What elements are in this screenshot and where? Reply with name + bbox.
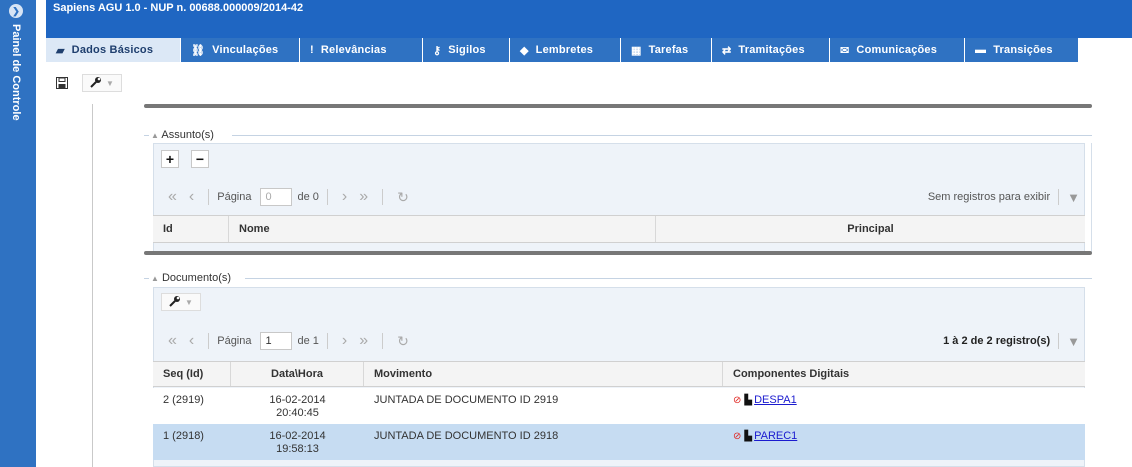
first-page-icon[interactable]: « [168,188,177,206]
prev-page-icon[interactable]: ‹ [189,188,194,206]
assuntos-table-header: Id Nome Principal [153,215,1085,243]
chevron-down-icon: ▼ [185,297,193,307]
content-divider [92,104,93,467]
refresh-icon[interactable]: ↻ [397,333,409,350]
exclamation-icon: ! [310,44,314,56]
envelope-icon: ✉ [840,44,850,57]
tab-sigilos[interactable]: ⚷ Sigilos [423,38,509,62]
key-icon: ⚷ [433,44,442,57]
table-row[interactable]: 2 (2919) 16-02-2014 20:40:45 JUNTADA DE … [153,388,1085,424]
wrench-icon [90,76,102,91]
col-id[interactable]: Id [153,216,229,242]
col-seq[interactable]: Seq (Id) [153,362,231,386]
assuntos-legend[interactable]: ▲ Assunto(s) [151,129,214,141]
tools-menu-button[interactable]: ▼ [82,74,122,92]
section-separator [144,104,1092,108]
documentos-legend[interactable]: ▲ Documento(s) [151,272,231,284]
next-page-icon[interactable]: › [342,188,347,206]
col-principal[interactable]: Principal [656,216,1085,242]
page-input[interactable]: 1 [259,332,292,350]
link-icon: ⛓ [191,44,206,57]
assuntos-bottom-bar [144,251,1092,255]
chevron-right-icon[interactable]: ❯ [9,4,23,18]
tab-lembretes[interactable]: ◆ Lembretes [510,38,620,62]
last-page-icon[interactable]: » [359,332,368,350]
wrench-icon [169,295,181,310]
col-data-hora[interactable]: Data\Hora [231,362,364,386]
col-movimento[interactable]: Movimento [364,362,723,386]
file-icon: ▙ [744,431,753,442]
eye-slash-icon[interactable]: ⊘ [733,431,741,442]
add-assunto-button[interactable]: + [161,150,179,168]
filter-icon[interactable]: ▼ [1067,334,1080,349]
chevron-down-icon: ▼ [106,78,114,88]
documentos-pager: « ‹ Página 1 de 1 › » ↻ [168,332,409,350]
last-page-icon[interactable]: » [359,188,368,206]
transfer-icon: ⇄ [722,44,732,57]
assuntos-status: Sem registros para exibir ▼ [927,189,1080,205]
assuntos-legend-line [232,135,1092,136]
page-input[interactable]: 0 [259,188,292,206]
tab-tramitacoes[interactable]: ⇄ Tramitações [712,38,829,62]
next-page-icon[interactable]: › [342,332,347,350]
file-icon: ▙ [744,395,753,406]
filter-icon[interactable]: ▼ [1067,190,1080,205]
tag-icon: ◆ [520,44,529,57]
tab-relevancias[interactable]: ! Relevâncias [300,38,422,62]
window-title: Sapiens AGU 1.0 - NUP n. 00688.000009/20… [53,2,304,14]
save-icon[interactable] [54,74,70,92]
componente-link[interactable]: DESPA1 [754,394,797,406]
calendar-icon: ▦ [631,44,642,57]
documentos-status: 1 à 2 de 2 registro(s) ▼ [943,333,1080,349]
first-page-icon[interactable]: « [168,332,177,350]
assuntos-legend-line-left [144,135,149,136]
prev-page-icon[interactable]: ‹ [189,332,194,350]
tab-transicoes[interactable]: ▬ Transições [965,38,1078,62]
collapse-icon[interactable]: ▲ [151,131,159,140]
assuntos-pager: « ‹ Página 0 de 0 › » ↻ [168,188,409,206]
tab-comunicacoes[interactable]: ✉ Comunicações [830,38,964,62]
tab-vinculacoes[interactable]: ⛓ Vinculações [181,38,299,62]
collapse-icon[interactable]: ▲ [151,274,159,283]
book-icon: ▰ [56,44,65,57]
side-panel[interactable]: ❯ Painel de Controle [0,0,36,467]
eye-slash-icon[interactable]: ⊘ [733,395,741,406]
col-nome[interactable]: Nome [229,216,656,242]
side-panel-label[interactable]: Painel de Controle [0,24,36,184]
tab-tarefas[interactable]: ▦ Tarefas [621,38,711,62]
archive-icon: ▬ [975,44,987,56]
documentos-table-header: Seq (Id) Data\Hora Movimento Componentes… [153,361,1085,387]
documentos-tools-button[interactable]: ▼ [161,293,201,311]
table-row[interactable]: 1 (2918) 16-02-2014 19:58:13 JUNTADA DE … [153,424,1085,460]
col-componentes[interactable]: Componentes Digitais [723,362,1085,386]
componente-link[interactable]: PAREC1 [754,430,797,442]
remove-assunto-button[interactable]: − [191,150,209,168]
refresh-icon[interactable]: ↻ [397,189,409,206]
tab-dados-basicos[interactable]: ▰ Dados Básicos [46,38,180,62]
